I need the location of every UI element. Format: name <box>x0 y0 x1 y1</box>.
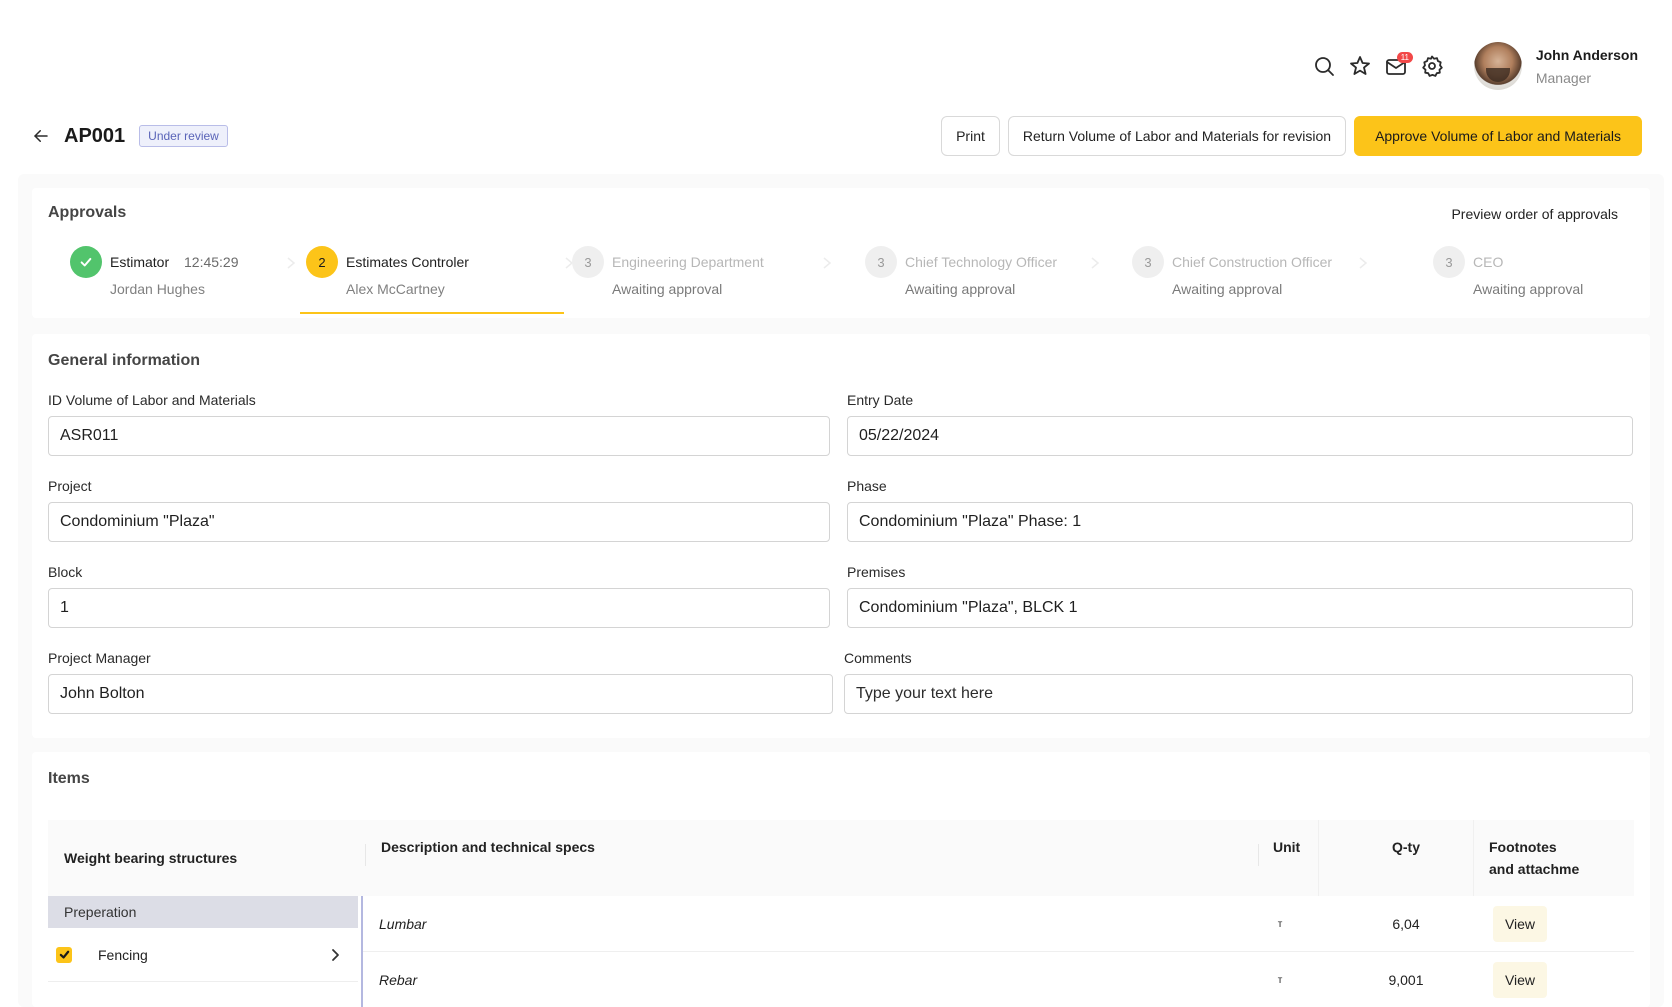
mail-icon[interactable]: 11 <box>1378 48 1414 84</box>
chevron-right-icon <box>1090 256 1100 269</box>
chevron-right-icon <box>286 256 296 269</box>
list-item-fencing[interactable]: Fencing <box>48 928 358 982</box>
project-manager-field[interactable] <box>48 674 833 714</box>
return-for-revision-button[interactable]: Return Volume of Labor and Materials for… <box>1007 116 1347 156</box>
general-information-title: General information <box>48 352 201 369</box>
project-field[interactable] <box>48 502 830 542</box>
phase-field[interactable] <box>847 502 1633 542</box>
user-name: John Anderson <box>1535 46 1638 63</box>
approvals-title: Approvals <box>48 204 127 221</box>
step-person: Awaiting approval <box>612 281 723 297</box>
column-divider <box>1318 820 1319 896</box>
cell-qty: 9,001 <box>1388 972 1424 988</box>
step-number: 2 <box>306 246 338 278</box>
check-icon <box>70 246 102 278</box>
main-content: Approvals Preview order of approvals Est… <box>18 174 1664 1007</box>
step-name: Chief Construction Officer <box>1172 254 1333 270</box>
step-number: 3 <box>572 246 604 278</box>
preview-approvals-link[interactable]: Preview order of approvals <box>1451 206 1618 222</box>
table-row: Rebar т 9,001 View <box>363 952 1634 1007</box>
id-label: ID Volume of Labor and Materials <box>48 392 256 408</box>
premises-label: Premises <box>847 564 906 580</box>
arrow-left-icon[interactable] <box>30 125 52 147</box>
entry-date-field[interactable] <box>847 416 1633 456</box>
items-panel: Items Weight bearing structures Descript… <box>32 752 1650 1007</box>
top-bar: 11 John Anderson Manager <box>1306 36 1638 96</box>
view-button[interactable]: View <box>1493 906 1547 942</box>
step-person: Awaiting approval <box>1172 281 1283 297</box>
title-row: AP001 Under review Print Return Volume o… <box>30 116 1642 156</box>
step-person: Alex McCartney <box>346 281 445 297</box>
star-icon[interactable] <box>1342 48 1378 84</box>
chevron-right-icon[interactable] <box>328 948 342 962</box>
step-number: 3 <box>1132 246 1164 278</box>
cell-description: Rebar <box>379 972 418 988</box>
approval-steps: Estimator 12:45:29 Jordan Hughes 2 Estim… <box>32 246 1650 318</box>
column-header-structures: Weight bearing structures <box>64 850 238 866</box>
user-role: Manager <box>1535 69 1592 86</box>
cell-qty: 6,04 <box>1392 916 1420 932</box>
print-button[interactable]: Print <box>941 116 1000 156</box>
premises-field[interactable] <box>847 588 1633 628</box>
list-item-label: Fencing <box>98 946 148 963</box>
comments-field[interactable] <box>844 674 1633 714</box>
cell-unit: т <box>1277 918 1283 930</box>
step-number: 3 <box>865 246 897 278</box>
project-manager-label: Project Manager <box>48 650 151 666</box>
block-field[interactable] <box>48 588 830 628</box>
project-label: Project <box>48 478 92 494</box>
entry-date-label: Entry Date <box>847 392 914 408</box>
step-name: Estimator <box>110 254 170 270</box>
column-header-footnotes-line2: and attachme <box>1489 861 1580 877</box>
phase-label: Phase <box>847 478 887 494</box>
table-row: Lumbar т 6,04 View <box>363 896 1634 952</box>
step-person: Jordan Hughes <box>110 281 205 297</box>
table-header: Weight bearing structures Description an… <box>48 820 1634 896</box>
column-header-qty: Q-ty <box>1392 839 1420 855</box>
search-icon[interactable] <box>1306 48 1342 84</box>
cell-unit: т <box>1277 974 1283 986</box>
step-name: Chief Technology Officer <box>905 254 1058 270</box>
step-name: CEO <box>1473 254 1504 270</box>
column-header-description: Description and technical specs <box>381 839 595 855</box>
items-title: Items <box>48 770 90 787</box>
step-time: 12:45:29 <box>184 254 239 270</box>
page-title: AP001 <box>64 124 126 147</box>
general-information-panel: General information ID Volume of Labor a… <box>32 334 1650 738</box>
avatar <box>1473 42 1522 90</box>
step-name: Estimates Controler <box>346 254 469 270</box>
group-row-preperation[interactable]: Preperation <box>48 896 358 928</box>
column-divider <box>1473 820 1474 896</box>
status-badge: Under review <box>139 125 228 147</box>
step-person: Awaiting approval <box>905 281 1016 297</box>
comments-label: Comments <box>844 650 912 666</box>
column-header-footnotes: Footnotes and attachme <box>1489 836 1579 880</box>
column-header-unit: Unit <box>1273 839 1301 855</box>
step-person: Awaiting approval <box>1473 281 1584 297</box>
chevron-right-icon <box>822 256 832 269</box>
column-divider <box>1258 844 1259 866</box>
gear-icon[interactable] <box>1414 48 1450 84</box>
user-menu[interactable]: John Anderson Manager <box>1473 42 1638 90</box>
notification-badge: 11 <box>1396 52 1413 63</box>
step-name: Engineering Department <box>612 254 764 270</box>
structures-list: Preperation Fencing <box>48 896 358 1007</box>
column-header-footnotes-line1: Footnotes <box>1489 839 1557 855</box>
approve-button[interactable]: Approve Volume of Labor and Materials <box>1354 116 1642 156</box>
check-icon <box>59 950 69 959</box>
chevron-right-icon <box>1358 256 1368 269</box>
items-table: Weight bearing structures Description an… <box>48 820 1634 1007</box>
id-field[interactable] <box>48 416 830 456</box>
column-divider <box>365 844 366 866</box>
block-label: Block <box>48 564 83 580</box>
approvals-panel: Approvals Preview order of approvals Est… <box>32 188 1650 318</box>
checkbox[interactable] <box>56 946 72 963</box>
cell-description: Lumbar <box>379 916 427 932</box>
view-button[interactable]: View <box>1493 962 1547 998</box>
step-number: 3 <box>1433 246 1465 278</box>
